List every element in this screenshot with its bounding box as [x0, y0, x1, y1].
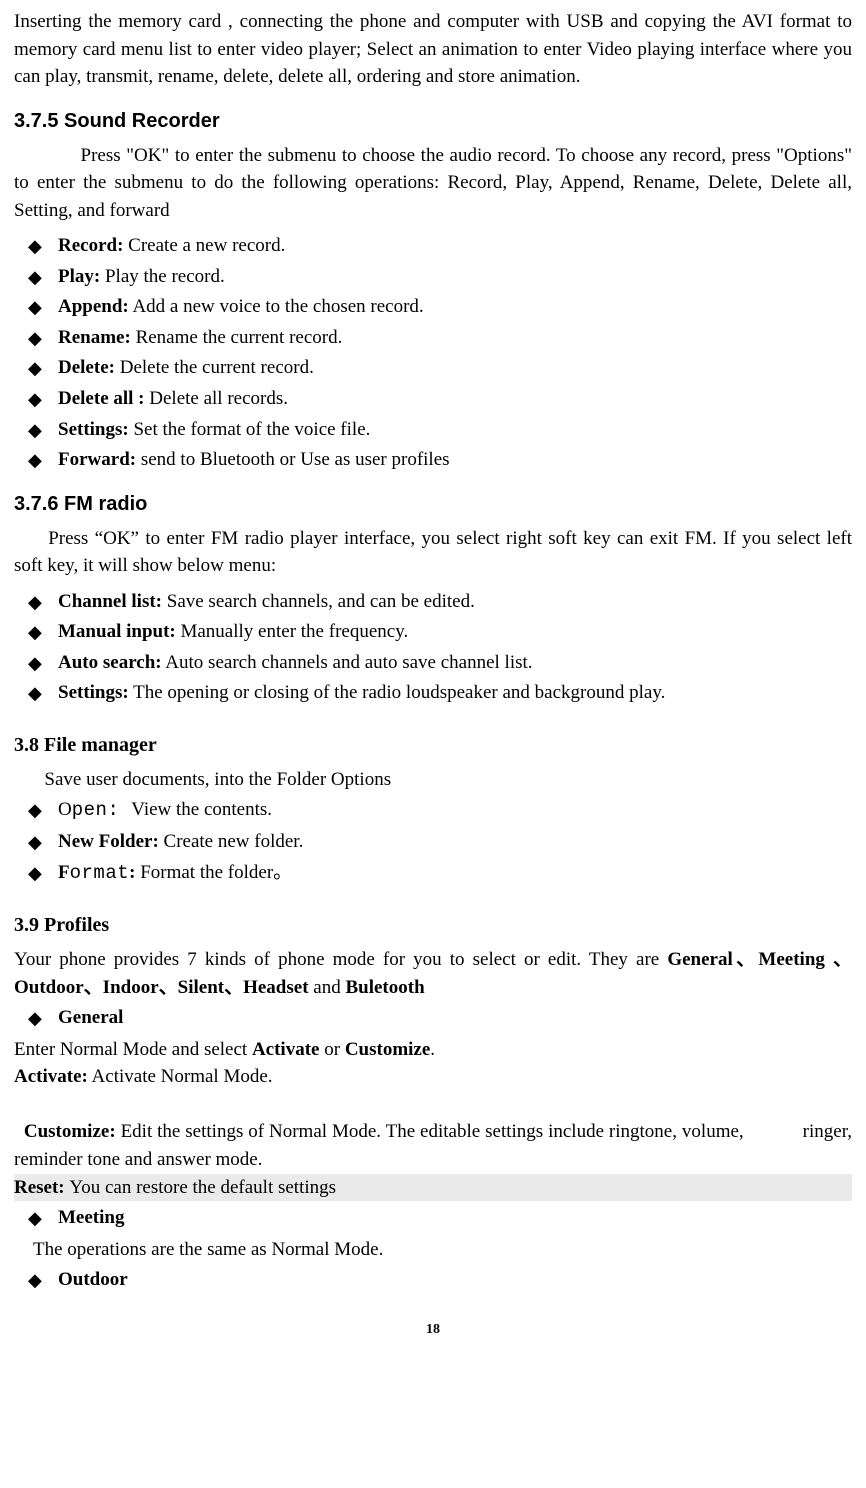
- diamond-icon: ◆: [28, 325, 42, 351]
- sound-recorder-list: ◆ Record: Create a new record. ◆ Play: Pla…: [14, 232, 852, 473]
- item-label: Settings:: [58, 682, 129, 703]
- item-label: General: [58, 1007, 123, 1028]
- heading-sound-recorder: 3.7.5 Sound Recorder: [14, 107, 852, 136]
- meeting-text: The operations are the same as Normal Mo…: [14, 1236, 852, 1264]
- profiles-outdoor-bullet: ◆ Outdoor: [14, 1266, 852, 1294]
- profiles-meeting-bullet: ◆ Meeting: [14, 1204, 852, 1232]
- general-line1: Enter Normal Mode and select Activate or…: [14, 1036, 852, 1064]
- fm-radio-list: ◆ Channel list: Save search channels, and…: [14, 588, 852, 707]
- item-label: Outdoor: [58, 1269, 128, 1290]
- item-label: Channel list:: [58, 591, 162, 612]
- item-label: Manual input:: [58, 621, 176, 642]
- list-item: ◆ Forward: send to Bluetooth or Use as us…: [14, 446, 852, 474]
- profiles-intro: Your phone provides 7 kinds of phone mod…: [14, 946, 852, 1001]
- item-label: Meeting: [58, 1207, 124, 1228]
- diamond-icon: ◆: [28, 680, 42, 706]
- heading-profiles: 3.9 Profiles: [14, 911, 852, 940]
- item-text: The opening or closing of the radio loud…: [129, 682, 666, 703]
- list-item: ◆ Append: Add a new voice to the chosen r…: [14, 293, 852, 321]
- file-manager-intro: Save user documents, into the Folder Opt…: [14, 766, 852, 794]
- diamond-icon: ◆: [28, 264, 42, 290]
- diamond-icon: ◆: [28, 1205, 42, 1231]
- item-text: Play the record.: [100, 266, 225, 287]
- diamond-icon: ◆: [28, 386, 42, 412]
- diamond-icon: ◆: [28, 650, 42, 676]
- file-manager-list: ◆ Open: View the contents. ◆ New Folder: C…: [14, 796, 852, 887]
- fm-radio-intro: Press “OK” to enter FM radio player inte…: [14, 525, 852, 580]
- item-text: Rename the current record.: [131, 327, 343, 348]
- list-item: ◆ Format: Format the folder。: [14, 859, 852, 888]
- item-label: Append:: [58, 296, 129, 317]
- list-item: ◆ Delete: Delete the current record.: [14, 354, 852, 382]
- diamond-icon: ◆: [28, 860, 42, 886]
- item-label: Auto search:: [58, 652, 162, 673]
- page-number: 18: [14, 1320, 852, 1340]
- item-text: send to Bluetooth or Use as user profile…: [136, 449, 449, 470]
- diamond-icon: ◆: [28, 233, 42, 259]
- diamond-icon: ◆: [28, 589, 42, 615]
- list-item: ◆ Rename: Rename the current record.: [14, 324, 852, 352]
- list-item: ◆ Delete all : Delete all records.: [14, 385, 852, 413]
- list-item: ◆ Outdoor: [14, 1266, 852, 1294]
- item-label: Play:: [58, 266, 100, 287]
- item-label: Format:: [58, 862, 135, 883]
- item-text: Delete all records.: [145, 388, 288, 409]
- item-text: Manually enter the frequency.: [176, 621, 408, 642]
- item-label: Settings:: [58, 419, 129, 440]
- sound-recorder-intro: Press "OK" to enter the submenu to choos…: [14, 142, 852, 225]
- item-label: Delete:: [58, 357, 115, 378]
- diamond-icon: ◆: [28, 355, 42, 381]
- profiles-general-bullet: ◆ General: [14, 1004, 852, 1032]
- item-text: Delete the current record.: [115, 357, 314, 378]
- list-item: ◆ Record: Create a new record.: [14, 232, 852, 260]
- item-text: Add a new voice to the chosen record.: [129, 296, 424, 317]
- item-text: Create a new record.: [123, 235, 285, 256]
- list-item: ◆ Manual input: Manually enter the freque…: [14, 618, 852, 646]
- item-text: Save search channels, and can be edited.: [162, 591, 475, 612]
- general-customize: Customize: Edit the settings of Normal M…: [14, 1091, 852, 1174]
- diamond-icon: ◆: [28, 829, 42, 855]
- list-item: ◆ New Folder: Create new folder.: [14, 828, 852, 856]
- diamond-icon: ◆: [28, 1005, 42, 1031]
- diamond-icon: ◆: [28, 447, 42, 473]
- list-item: ◆ Settings: The opening or closing of the…: [14, 679, 852, 707]
- general-reset: Reset: You can restore the default setti…: [14, 1174, 852, 1202]
- list-item: ◆ General: [14, 1004, 852, 1032]
- list-item: ◆ Open: View the contents.: [14, 796, 852, 825]
- item-label: New Folder:: [58, 831, 159, 852]
- item-label: Delete all :: [58, 388, 145, 409]
- item-text: Create new folder.: [159, 831, 304, 852]
- item-label: Open:: [58, 799, 131, 820]
- item-label: Record:: [58, 235, 123, 256]
- item-label: Rename:: [58, 327, 131, 348]
- list-item: ◆ Channel list: Save search channels, and…: [14, 588, 852, 616]
- intro-paragraph: Inserting the memory card , connecting t…: [14, 8, 852, 91]
- list-item: ◆ Meeting: [14, 1204, 852, 1232]
- item-text: Set the format of the voice file.: [129, 419, 371, 440]
- diamond-icon: ◆: [28, 294, 42, 320]
- list-item: ◆ Play: Play the record.: [14, 263, 852, 291]
- heading-fm-radio: 3.7.6 FM radio: [14, 490, 852, 519]
- item-text: Auto search channels and auto save chann…: [162, 652, 533, 673]
- item-label: Forward:: [58, 449, 136, 470]
- diamond-icon: ◆: [28, 619, 42, 645]
- list-item: ◆ Auto search: Auto search channels and a…: [14, 649, 852, 677]
- item-text: View the contents.: [131, 799, 272, 820]
- general-activate: Activate: Activate Normal Mode.: [14, 1063, 852, 1091]
- heading-file-manager: 3.8 File manager: [14, 731, 852, 760]
- diamond-icon: ◆: [28, 797, 42, 823]
- list-item: ◆ Settings: Set the format of the voice f…: [14, 416, 852, 444]
- diamond-icon: ◆: [28, 417, 42, 443]
- diamond-icon: ◆: [28, 1267, 42, 1293]
- item-text: Format the folder。: [135, 862, 292, 883]
